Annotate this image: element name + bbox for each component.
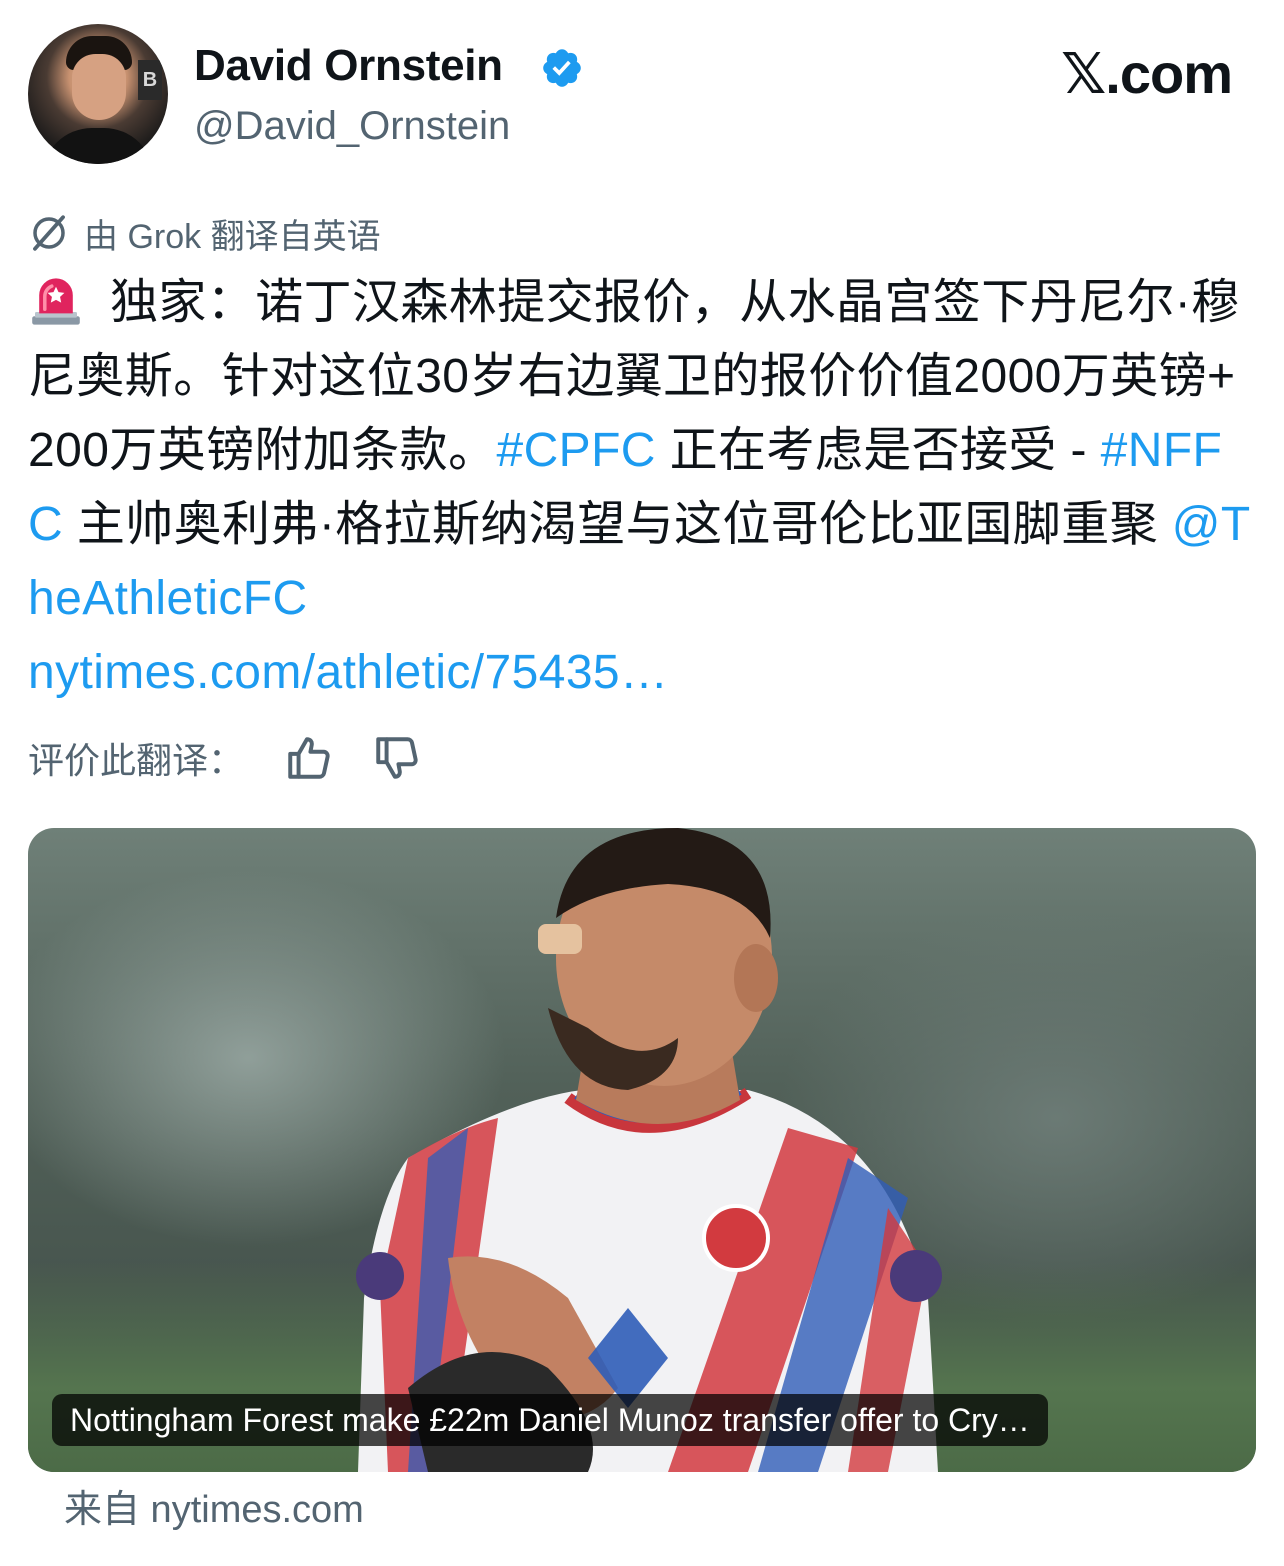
avatar[interactable]: B — [28, 24, 168, 164]
translation-notice[interactable]: 由 Grok 翻译自英语 — [28, 208, 381, 258]
tweet-text-segment: 正在考虑是否接受 - — [655, 424, 1101, 477]
siren-icon — [32, 278, 80, 325]
x-com-logo: 𝕏.com — [1061, 42, 1233, 105]
translation-notice-text: 由 Grok 翻译自英语 — [84, 217, 381, 256]
link-preview-card[interactable]: Nottingham Forest make £22m Daniel Munoz… — [28, 828, 1256, 1472]
verified-icon — [543, 49, 581, 87]
tweet-text: 独家：诺丁汉森林提交报价，从水晶宫签下丹尼尔·穆尼奥斯。针对这位30岁右边翼卫的… — [28, 266, 1254, 710]
tweet-screenshot: B David Ornstein @David_Ornstein 𝕏.com 由… — [0, 0, 1284, 1566]
hashtag-cpfc-link[interactable]: #CPFC — [497, 424, 656, 477]
user-handle[interactable]: @David_Ornstein — [194, 100, 510, 152]
display-name[interactable]: David Ornstein — [194, 38, 503, 94]
link-card-title[interactable]: Nottingham Forest make £22m Daniel Munoz… — [52, 1394, 1048, 1446]
tweet-text-segment: 主帅奥利弗·格拉斯纳渴望与这位哥伦比亚国脚重聚 — [63, 498, 1172, 551]
link-card-source[interactable]: 来自 nytimes.com — [64, 1484, 364, 1536]
rate-translation-row: 评价此翻译： — [28, 728, 422, 788]
thumbs-up-icon[interactable] — [284, 733, 334, 783]
grok-translate-icon — [33, 215, 65, 251]
article-url-link[interactable]: nytimes.com/athletic/75435… — [28, 646, 668, 699]
thumbs-down-icon[interactable] — [372, 733, 422, 783]
article-photo — [356, 828, 942, 1472]
rate-translation-label: 评价此翻译： — [28, 740, 245, 781]
avatar-background-sign: B — [138, 60, 162, 100]
